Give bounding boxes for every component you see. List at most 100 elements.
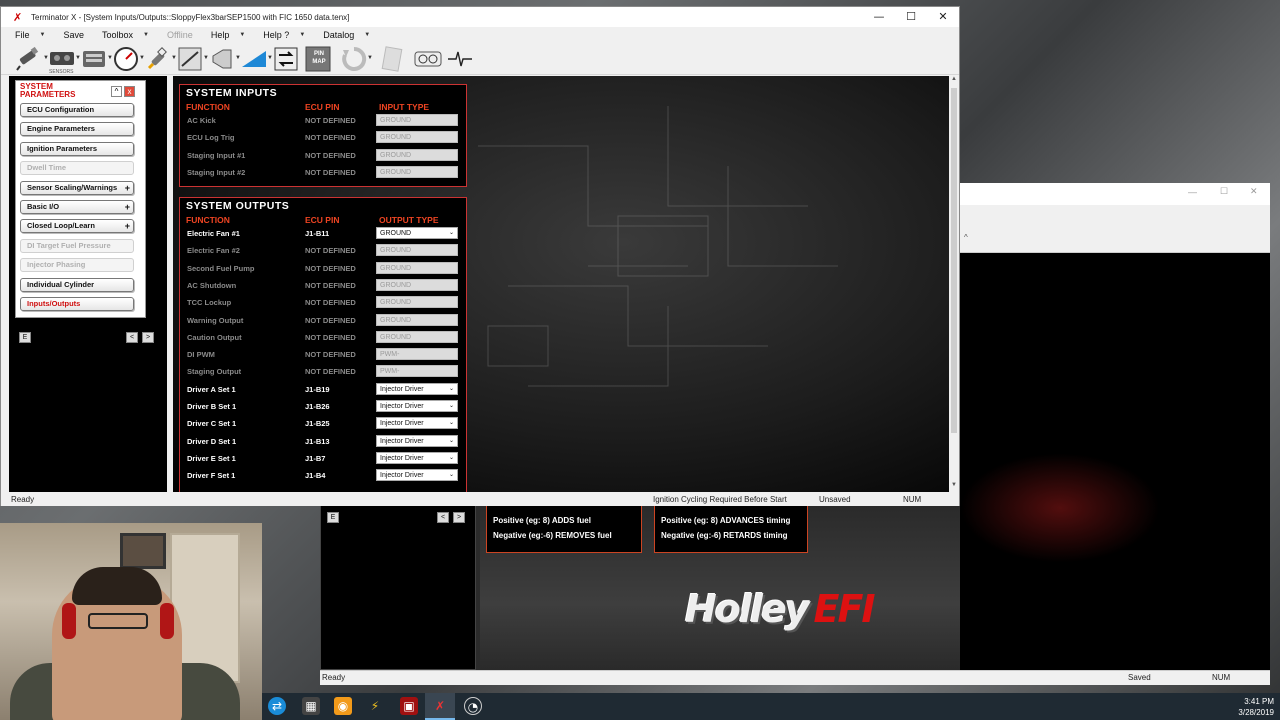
e-button[interactable]: E <box>19 332 31 343</box>
param-closed-loop-learn-button[interactable]: Closed Loop/Learn + <box>20 219 134 234</box>
scroll-up-icon[interactable]: ▲ <box>949 76 959 82</box>
menu-toolbox[interactable]: Toolbox ▼ <box>102 30 149 40</box>
triangle-tool-button[interactable]: ▼ <box>239 45 273 73</box>
webcam-headset-left <box>62 603 76 639</box>
chevron-down-icon[interactable]: ⌄ <box>449 453 454 464</box>
param-basic-i-o-button[interactable]: Basic I/O + <box>20 199 134 214</box>
output-type-value: GROUND <box>380 247 412 255</box>
ecu-taskbar-icon[interactable]: ▣ <box>400 697 418 715</box>
minimize-button[interactable]: — <box>863 7 895 27</box>
output-type-select[interactable]: Injector Driver ⌄ <box>376 382 458 395</box>
param-ecu-configuration-button[interactable]: ECU Configuration <box>20 103 134 117</box>
output-type-select[interactable]: Injector Driver ⌄ <box>376 451 458 464</box>
param-engine-parameters-button[interactable]: Engine Parameters <box>20 122 134 137</box>
horn-tool-button[interactable]: ▼ <box>207 45 241 73</box>
menu-help[interactable]: Help ▼ <box>211 30 245 40</box>
background-e-button[interactable]: E <box>327 512 339 523</box>
expand-icon[interactable]: + <box>125 220 130 232</box>
ecu-tool-button[interactable]: ▼ <box>79 45 113 73</box>
collapse-panel-button[interactable]: ^ <box>111 86 122 97</box>
maximize-button[interactable]: ☐ <box>895 7 927 27</box>
chevron-down-icon[interactable]: ⌄ <box>449 228 454 239</box>
menu-label: Save <box>63 30 84 40</box>
output-type-select: PWM- <box>376 365 458 378</box>
close-panel-button[interactable]: x <box>124 86 135 97</box>
teamviewer-taskbar-icon[interactable]: ⇄ <box>268 697 286 715</box>
input-function: AC Kick <box>187 116 216 125</box>
menu-offline[interactable]: Offline <box>167 30 193 40</box>
expand-icon[interactable]: + <box>125 182 130 194</box>
triangle-icon <box>242 50 266 67</box>
meter-tool-button[interactable] <box>413 45 443 73</box>
webcam-headset-right <box>160 603 174 639</box>
menu-help[interactable]: Help ? ▼ <box>263 30 305 40</box>
chevron-down-icon[interactable]: ⌄ <box>449 384 454 395</box>
background-minimize-button[interactable]: — <box>1188 187 1197 197</box>
system-parameters-title: SYSTEM PARAMETERS <box>20 82 76 99</box>
scrollbar-thumb[interactable] <box>951 88 957 433</box>
background-close-button[interactable]: ✕ <box>1250 186 1258 197</box>
output-row: Driver B Set 1 J1-B26 Injector Driver ⌄ <box>180 398 466 415</box>
output-type-select[interactable]: Injector Driver ⌄ <box>376 400 458 412</box>
chevron-down-icon[interactable]: ⌄ <box>449 436 454 447</box>
table-icon <box>178 47 202 70</box>
close-button[interactable]: ✕ <box>927 7 959 27</box>
toolbar: ▼ SENSORS ▼ ▼ ▼ ▼ ▼ ▼ ▼ PIN MAP ▼ <box>1 43 959 75</box>
next-button[interactable]: > <box>142 332 154 343</box>
transfer-tool-button[interactable] <box>271 45 301 73</box>
spark-tool-button[interactable]: ▼ <box>143 45 177 73</box>
refresh-dropdown-icon[interactable]: ▼ <box>367 55 373 61</box>
param-inputs-outputs-button[interactable]: Inputs/Outputs <box>20 296 134 311</box>
menu-datalog[interactable]: Datalog ▼ <box>323 30 370 40</box>
param-ignition-parameters-button[interactable]: Ignition Parameters <box>20 141 134 156</box>
output-row: Driver D Set 1 J1-B13 Injector Driver ⌄ <box>180 433 466 450</box>
input-row: ECU Log Trig NOT DEFINED GROUND <box>180 129 466 146</box>
output-row: Caution Output NOT DEFINED GROUND <box>180 329 466 346</box>
inputs-function-header: FUNCTION <box>186 102 230 112</box>
taskbar-clock[interactable]: 3:41 PM 3/28/2019 <box>1238 696 1274 718</box>
titlebar[interactable]: ✗ Terminator X - [System Inputs/Outputs:… <box>1 7 959 27</box>
param-sensor-scaling-warnings-button[interactable]: Sensor Scaling/Warnings + <box>20 180 134 195</box>
output-type-select[interactable]: Injector Driver ⌄ <box>376 417 458 430</box>
background-main-area <box>960 253 1270 673</box>
vertical-scrollbar[interactable]: ▲ ▼ <box>949 76 959 492</box>
background-prev-button[interactable]: < <box>437 512 449 523</box>
background-maximize-button[interactable]: ☐ <box>1220 186 1228 197</box>
prev-button[interactable]: < <box>126 332 138 343</box>
system-inputs-panel: SYSTEM INPUTS FUNCTION ECU PIN INPUT TYP… <box>179 84 467 187</box>
table-tool-button[interactable]: ▼ <box>175 45 209 73</box>
menu-file[interactable]: File ▼ <box>15 30 45 40</box>
sensors-tool-button[interactable]: SENSORS ▼ <box>47 45 81 75</box>
media-taskbar-icon[interactable]: ◉ <box>334 697 352 715</box>
gauge-taskbar-icon[interactable]: ◔ <box>464 697 482 715</box>
scroll-down-icon[interactable]: ▼ <box>949 482 959 488</box>
timing-adjust-info: Positive (eg: 8) ADVANCES timing Negativ… <box>654 505 808 553</box>
output-type-select[interactable]: Injector Driver ⌄ <box>376 469 458 482</box>
output-ecu-pin: NOT DEFINED <box>305 367 356 377</box>
notes-tool-button[interactable] <box>377 45 407 73</box>
calculator-taskbar-icon[interactable]: ▦ <box>302 697 320 715</box>
chevron-down-icon[interactable]: ⌄ <box>449 470 454 481</box>
refresh-tool-button[interactable]: ▼ <box>339 45 373 73</box>
pin-map-tool-button[interactable]: PIN MAP <box>303 45 333 73</box>
outputs-function-header: FUNCTION <box>186 215 230 225</box>
menu-label: Help ? <box>263 30 290 40</box>
chevron-down-icon[interactable]: ⌄ <box>449 401 454 412</box>
waveform-tool-button[interactable] <box>445 45 475 73</box>
injector-tool-button[interactable]: ▼ <box>15 45 49 73</box>
background-titlebar[interactable]: — ☐ ✕ <box>960 183 1270 205</box>
output-type-value: Injector Driver <box>380 420 424 428</box>
output-ecu-pin: NOT DEFINED <box>305 315 356 325</box>
terminator-x-taskbar-icon[interactable]: ✗ <box>431 697 449 715</box>
output-type-select[interactable]: Injector Driver ⌄ <box>376 434 458 447</box>
injector-taskbar-icon[interactable]: ⚡ <box>366 697 384 715</box>
expand-icon[interactable]: + <box>125 201 130 213</box>
menu-save[interactable]: Save <box>63 30 84 40</box>
output-type-select[interactable]: GROUND ⌄ <box>376 227 458 239</box>
background-next-button[interactable]: > <box>453 512 465 523</box>
background-status-ready: Ready <box>322 673 346 682</box>
gauge-tool-button[interactable]: ▼ <box>111 45 145 73</box>
webcam-hair <box>72 567 162 605</box>
param-individual-cylinder-button[interactable]: Individual Cylinder <box>20 277 134 292</box>
chevron-down-icon[interactable]: ⌄ <box>449 418 454 429</box>
